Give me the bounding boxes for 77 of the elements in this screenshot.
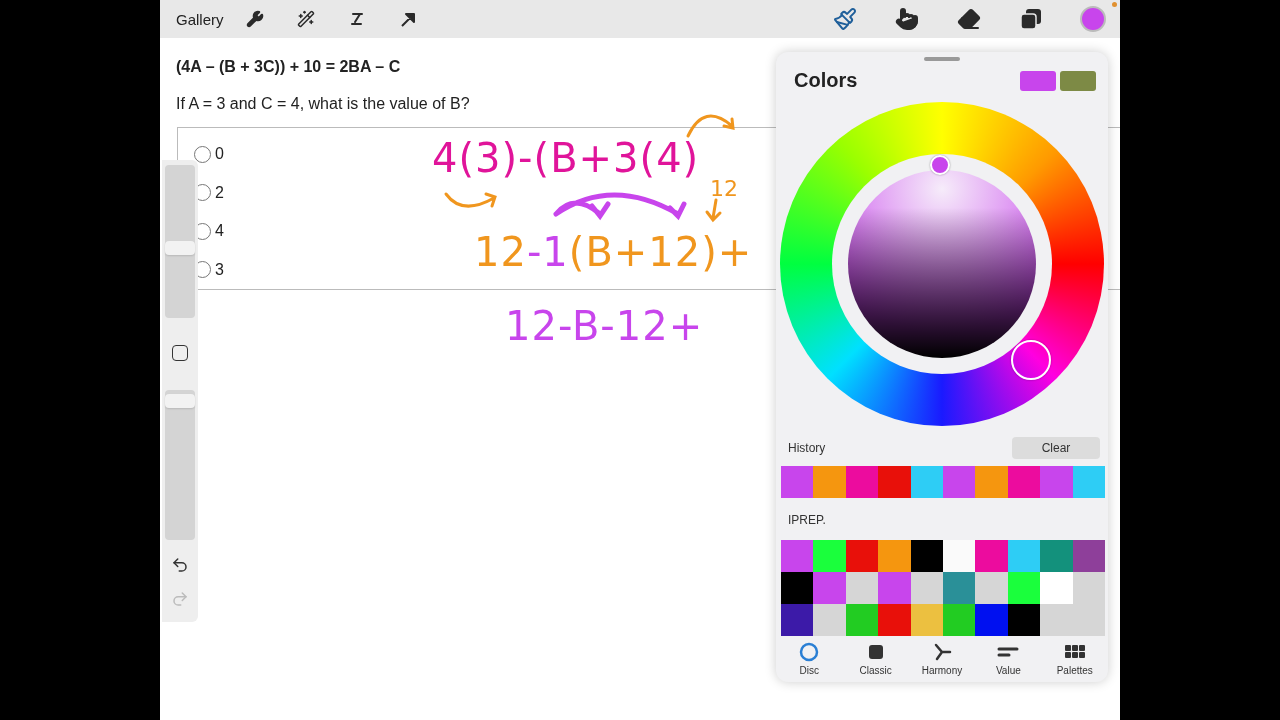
option-label: 3 — [215, 260, 224, 279]
palette-swatch[interactable] — [943, 572, 976, 604]
secondary-swatch[interactable] — [1060, 70, 1096, 91]
mode-tab[interactable]: Value — [980, 642, 1037, 676]
palette-swatch[interactable] — [910, 604, 943, 636]
history-swatch[interactable] — [943, 466, 976, 498]
palette-swatch[interactable] — [910, 540, 943, 572]
undo-icon[interactable] — [171, 556, 189, 574]
redo-icon[interactable] — [171, 590, 189, 608]
palette-swatch[interactable] — [845, 604, 879, 636]
slider-thumb[interactable] — [165, 394, 195, 409]
mode-tab[interactable]: Classic — [847, 642, 904, 676]
history-swatch[interactable] — [1007, 466, 1041, 498]
palette-swatch[interactable] — [975, 540, 1008, 572]
size-slider[interactable] — [165, 165, 195, 318]
history-swatch[interactable] — [781, 466, 814, 498]
palette-swatch[interactable] — [845, 572, 879, 604]
mode-tab[interactable]: Palettes — [1046, 642, 1103, 676]
option-label: 2 — [215, 183, 224, 202]
palette-swatch[interactable] — [781, 572, 814, 604]
hue-handle[interactable] — [1011, 340, 1051, 380]
layers-icon[interactable] — [1018, 6, 1044, 32]
brush-icon[interactable] — [832, 6, 858, 32]
panel-title: Colors — [794, 69, 858, 92]
palette-swatch[interactable] — [878, 604, 911, 636]
gallery-button[interactable]: Gallery — [176, 10, 224, 28]
palette-swatch[interactable] — [845, 540, 879, 572]
eraser-icon[interactable] — [956, 6, 982, 32]
slider-thumb[interactable] — [165, 241, 195, 256]
history-swatch[interactable] — [845, 466, 879, 498]
palette-swatch[interactable] — [781, 540, 814, 572]
palette-swatch[interactable] — [1072, 540, 1105, 572]
palette-swatch[interactable] — [975, 604, 1008, 636]
radio-button[interactable] — [194, 145, 211, 163]
history-swatch[interactable] — [975, 466, 1008, 498]
palette-swatch[interactable] — [1007, 540, 1041, 572]
palette-swatch[interactable] — [910, 572, 943, 604]
grab-handle[interactable] — [924, 57, 960, 61]
handwritten-note: 12 — [710, 178, 738, 200]
palette-swatch[interactable] — [813, 604, 846, 636]
mode-tab[interactable]: Disc — [781, 642, 838, 676]
current-color-button[interactable] — [1080, 6, 1106, 32]
palette-swatch[interactable] — [1040, 572, 1073, 604]
section-label: History — [788, 441, 826, 455]
history-swatch[interactable] — [878, 466, 911, 498]
palette-swatch[interactable] — [943, 604, 976, 636]
status-dot — [1112, 2, 1117, 7]
palette-name: IPREP. — [788, 513, 826, 527]
palette-swatch[interactable] — [878, 572, 911, 604]
pointing-hand-icon[interactable] — [894, 6, 920, 32]
palette-swatch[interactable] — [1040, 540, 1073, 572]
palette-swatch[interactable] — [1007, 572, 1041, 604]
history-swatch[interactable] — [1072, 466, 1105, 498]
option-label: 0 — [215, 145, 224, 164]
opacity-slider[interactable] — [165, 390, 195, 540]
mode-tab[interactable]: Harmony — [913, 642, 970, 676]
palette-swatch[interactable] — [975, 572, 1008, 604]
palette-swatch[interactable] — [813, 540, 846, 572]
primary-swatch[interactable] — [1020, 70, 1056, 91]
palette-swatch[interactable] — [1072, 572, 1105, 604]
palette-swatch[interactable] — [781, 604, 814, 636]
handwritten-line: 12-1(B+12)+ — [474, 232, 753, 272]
history-swatch[interactable] — [813, 466, 846, 498]
palette-swatch[interactable] — [1007, 604, 1041, 636]
palette-swatch[interactable] — [1040, 604, 1073, 636]
clear-button[interactable]: Clear — [1012, 437, 1100, 459]
handwritten-line: 12-B-12+ — [505, 306, 704, 346]
history-swatch[interactable] — [910, 466, 943, 498]
option-label: 4 — [215, 222, 224, 241]
handwritten-line: 4(3)-(B+3(4) — [432, 138, 700, 178]
palette-swatch[interactable] — [813, 572, 846, 604]
modify-button[interactable] — [172, 345, 188, 361]
history-swatch[interactable] — [1040, 466, 1073, 498]
circle-icon — [799, 642, 820, 662]
formula: (4A – (B + 3C)) + 10 = 2BA – C — [176, 58, 401, 76]
palette-swatch[interactable] — [878, 540, 911, 572]
question: If A = 3 and C = 4, what is the value of B? — [176, 95, 470, 113]
